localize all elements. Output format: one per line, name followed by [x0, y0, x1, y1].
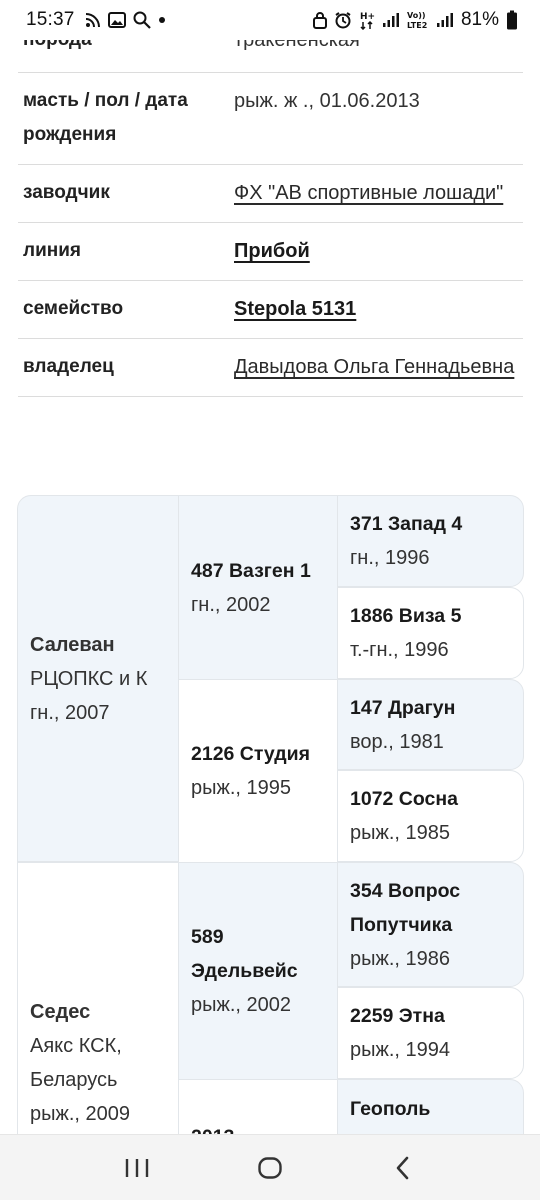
sire-dam-name: 2126 Студия: [191, 743, 311, 765]
horse-info-table: порода тракененская масть / пол / дата р…: [18, 20, 523, 397]
pedigree-g3-1[interactable]: 371 Запад 4 гн., 1996: [337, 495, 524, 587]
svg-text:LTE2: LTE2: [407, 21, 427, 30]
g3-name: 147 Драгун: [350, 696, 456, 719]
g3-name: 1886 Виза 5: [350, 605, 462, 627]
g3-name: 371 Запад 4: [350, 513, 463, 535]
pedigree-sire[interactable]: Салеван РЦОПКС и К гн., 2007: [17, 495, 179, 862]
svg-text:H+: H+: [360, 12, 375, 22]
pedigree-sire-dam[interactable]: 2126 Студия рыж., 1995: [179, 679, 337, 862]
sire-name: Салеван: [30, 633, 115, 656]
owner-link[interactable]: Давыдова Ольга Геннадьевна: [234, 350, 523, 384]
g3-details: рыж., 1994: [350, 1039, 451, 1061]
alarm-icon: [334, 11, 352, 29]
pedigree-table: Салеван РЦОПКС и К гн., 2007 Седес Аякс …: [17, 495, 524, 1134]
g3-name: Геополь: [350, 1098, 431, 1120]
status-left-icons: [85, 11, 166, 29]
pedigree-g3-4[interactable]: 1072 Сосна рыж., 1985: [337, 770, 524, 862]
dam-details: рыж., 2009: [30, 1103, 131, 1125]
g3-name: 354 Вопрос Попутчика: [350, 879, 461, 936]
pedigree-sire-sire[interactable]: 487 Вазген 1 гн., 2002: [179, 495, 337, 679]
battery-icon: [506, 10, 518, 30]
signal-2-icon: [436, 12, 454, 28]
g3-details: т.-гн., 1996: [350, 639, 449, 661]
signal-icon: [382, 12, 400, 28]
family-link[interactable]: Stepola 5131: [234, 292, 523, 326]
g3-details: вор., 1981: [350, 730, 444, 753]
lock-icon: [312, 11, 327, 29]
volte-icon: Vo)) LTE2: [407, 10, 429, 30]
info-row-family: семейство Stepola 5131: [18, 281, 523, 339]
back-icon: [397, 1156, 409, 1179]
back-button[interactable]: [373, 1143, 433, 1193]
gallery-icon: [107, 12, 126, 28]
pedigree-dam-dam[interactable]: 2013: [179, 1079, 337, 1134]
status-time: 15:37: [26, 9, 75, 30]
info-label: заводчик: [23, 182, 110, 203]
info-row-color-sex-birth: масть / пол / дата рождения рыж. ж ., 01…: [18, 73, 523, 165]
sire-owner: РЦОПКС и К: [30, 667, 148, 690]
data-hplus-icon: H+: [359, 10, 375, 30]
g3-name: 2259 Этна: [350, 1005, 445, 1027]
pedigree-dam-sire[interactable]: 589 Эдельвейс рыж., 2002: [179, 862, 337, 1079]
page-content: порода тракененская масть / пол / дата р…: [0, 0, 540, 1134]
navigation-bar: [0, 1134, 540, 1200]
pedigree-g3-7[interactable]: Геополь: [337, 1079, 524, 1134]
line-link[interactable]: Прибой: [234, 234, 523, 268]
g3-details: рыж., 1985: [350, 822, 451, 844]
dam-name: Седес: [30, 1001, 91, 1023]
pedigree-g3-2[interactable]: 1886 Виза 5 т.-гн., 1996: [337, 587, 524, 679]
sire-details: гн., 2007: [30, 701, 110, 724]
dam-owner: Аякс КСК, Беларусь: [30, 1035, 122, 1091]
pedigree-g3-5[interactable]: 354 Вопрос Попутчика рыж., 1986: [337, 862, 524, 987]
status-bar: 15:37 H+ Vo)) LTE2 81%: [0, 0, 540, 40]
recent-apps-button[interactable]: [107, 1143, 167, 1193]
dam-dam-name: 2013: [191, 1120, 325, 1134]
sire-dam-details: рыж., 1995: [191, 777, 292, 799]
pedigree-g3-3[interactable]: 147 Драгун вор., 1981: [337, 679, 524, 770]
pedigree-dam[interactable]: Седес Аякс КСК, Беларусь рыж., 2009: [17, 862, 179, 1134]
svg-text:Vo)): Vo)): [407, 11, 426, 20]
info-row-breeder: заводчик ФХ "АВ спортивные лошади": [18, 165, 523, 223]
info-label: масть / пол / дата рождения: [23, 90, 188, 145]
battery-percent: 81%: [460, 9, 499, 30]
g3-name: 1072 Сосна: [350, 788, 459, 810]
info-label: линия: [23, 240, 81, 261]
sire-sire-name: 487 Вазген 1: [191, 559, 311, 582]
home-icon: [258, 1156, 282, 1179]
info-label: семейство: [23, 298, 124, 319]
dot-icon: [158, 16, 166, 24]
status-right-icons: H+ Vo)) LTE2 81%: [312, 9, 518, 31]
sire-sire-details: гн., 2002: [191, 593, 271, 616]
dam-sire-details: рыж., 2002: [191, 994, 292, 1016]
info-row-line: линия Прибой: [18, 223, 523, 281]
info-row-owner: владелец Давыдова Ольга Геннадьевна: [18, 339, 523, 397]
pedigree-g3-6[interactable]: 2259 Этна рыж., 1994: [337, 987, 524, 1079]
info-label: владелец: [23, 356, 114, 377]
rss-icon: [85, 12, 101, 28]
breeder-link[interactable]: ФХ "АВ спортивные лошади": [234, 176, 523, 210]
g3-details: гн., 1996: [350, 547, 430, 569]
info-value: рыж. ж ., 01.06.2013: [234, 90, 420, 112]
home-button[interactable]: [240, 1143, 300, 1193]
g3-details: рыж., 1986: [350, 947, 451, 970]
recent-apps-icon: [125, 1158, 148, 1177]
dam-sire-name: 589 Эдельвейс: [191, 926, 298, 982]
search-icon: [133, 11, 151, 29]
